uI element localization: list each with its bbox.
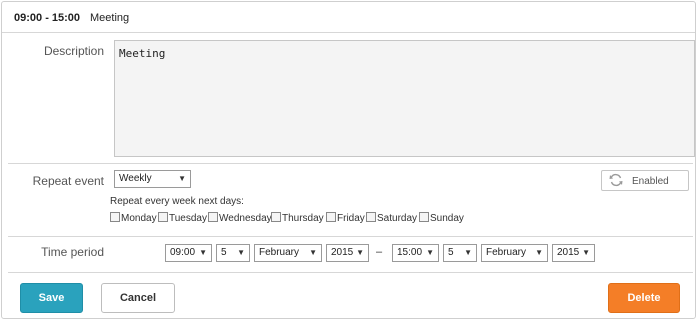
day-wednesday-checkbox[interactable]: Wednesday — [208, 212, 272, 228]
start-time-value: 09:00 — [170, 247, 196, 258]
end-year-value: 2015 — [557, 247, 580, 258]
cancel-button[interactable]: Cancel — [101, 283, 175, 313]
start-month-select[interactable]: February ▼ — [254, 244, 322, 262]
chevron-down-icon: ▼ — [464, 248, 472, 257]
checkbox-box[interactable] — [158, 212, 168, 222]
description-textarea[interactable]: Meeting — [114, 40, 695, 157]
section-divider — [8, 163, 693, 164]
day-tuesday-checkbox[interactable]: Tuesday — [158, 212, 207, 228]
day-label: Monday — [121, 213, 157, 224]
delete-button[interactable]: Delete — [608, 283, 680, 313]
repeat-frequency-select[interactable]: Weekly ▼ — [114, 170, 191, 188]
repeat-frequency-value: Weekly — [119, 173, 152, 184]
chevron-down-icon: ▼ — [582, 248, 590, 257]
chevron-down-icon: ▼ — [535, 248, 543, 257]
end-year-select[interactable]: 2015 ▼ — [552, 244, 595, 262]
event-header: 09:00 - 15:00 Meeting — [2, 2, 695, 33]
start-year-value: 2015 — [331, 247, 354, 258]
chevron-down-icon: ▼ — [237, 248, 245, 257]
chevron-down-icon: ▼ — [356, 248, 364, 257]
repeat-toggle-button[interactable]: Enabled — [601, 170, 689, 191]
repeat-hint-text: Repeat every week next days: — [110, 196, 244, 207]
day-label: Wednesday — [219, 213, 272, 224]
event-editor-dialog: 09:00 - 15:00 Meeting Description Meetin… — [1, 1, 696, 319]
repeat-event-label: Repeat event — [32, 174, 104, 188]
day-label: Thursday — [282, 213, 324, 224]
day-sunday-checkbox[interactable]: Sunday — [419, 212, 464, 228]
day-friday-checkbox[interactable]: Friday — [326, 212, 365, 228]
checkbox-box[interactable] — [208, 212, 218, 222]
chevron-down-icon: ▼ — [309, 248, 317, 257]
end-month-select[interactable]: February ▼ — [481, 244, 548, 262]
checkbox-box[interactable] — [366, 212, 376, 222]
start-time-select[interactable]: 09:00 ▼ — [165, 244, 212, 262]
day-label: Friday — [337, 213, 365, 224]
chevron-down-icon: ▼ — [199, 248, 207, 257]
end-month-value: February — [486, 247, 527, 258]
time-period-label: Time period — [41, 245, 104, 259]
start-day-value: 5 — [221, 247, 227, 258]
chevron-down-icon: ▼ — [426, 248, 434, 257]
day-saturday-checkbox[interactable]: Saturday — [366, 212, 417, 228]
start-year-select[interactable]: 2015 ▼ — [326, 244, 369, 262]
checkbox-box[interactable] — [271, 212, 281, 222]
checkbox-box[interactable] — [110, 212, 120, 222]
end-time-select[interactable]: 15:00 ▼ — [392, 244, 439, 262]
event-time: 09:00 - 15:00 — [14, 12, 81, 24]
checkbox-box[interactable] — [326, 212, 336, 222]
chevron-down-icon: ▼ — [178, 174, 186, 183]
save-button[interactable]: Save — [20, 283, 83, 313]
event-title: Meeting — [90, 12, 130, 24]
day-thursday-checkbox[interactable]: Thursday — [271, 212, 324, 228]
start-day-select[interactable]: 5 ▼ — [216, 244, 250, 262]
refresh-icon — [609, 173, 623, 187]
day-label: Saturday — [377, 213, 418, 224]
end-day-select[interactable]: 5 ▼ — [443, 244, 477, 262]
period-separator: – — [376, 246, 383, 258]
description-label: Description — [43, 44, 104, 58]
start-month-value: February — [259, 247, 300, 258]
end-time-value: 15:00 — [397, 247, 423, 258]
day-label: Sunday — [430, 213, 464, 224]
end-day-value: 5 — [448, 247, 454, 258]
section-divider — [8, 272, 693, 273]
day-label: Tuesday — [169, 213, 207, 224]
checkbox-box[interactable] — [419, 212, 429, 222]
day-monday-checkbox[interactable]: Monday — [110, 212, 157, 228]
section-divider — [8, 236, 693, 237]
repeat-toggle-label: Enabled — [632, 176, 669, 187]
